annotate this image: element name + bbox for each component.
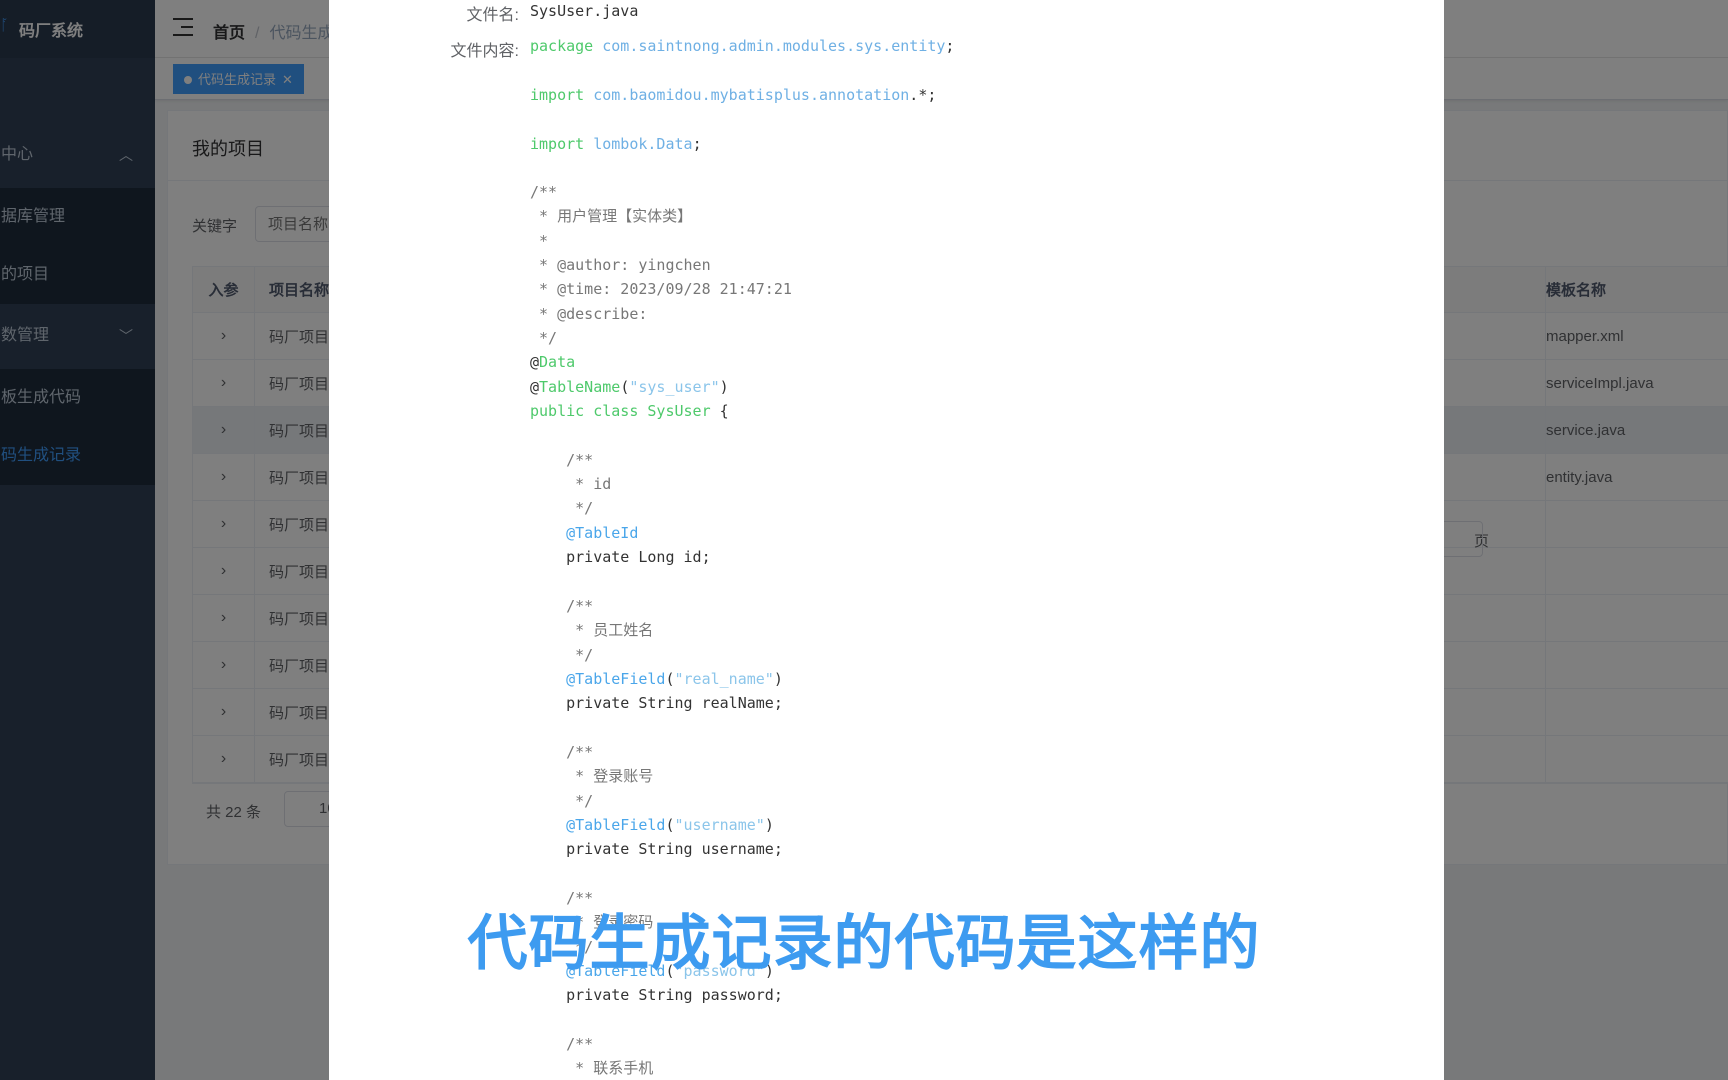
code-line: * @time: 2023/09/28 21:47:21 [530,280,792,298]
code-block: package com.saintnong.admin.modules.sys.… [530,35,954,1077]
code-line: * 员工姓名 [530,621,654,639]
file-content-label: 文件内容: [450,43,519,60]
code-line: * @describe: [530,305,648,323]
code-line: @TableId [566,524,639,542]
code-line: private String username; [530,840,783,858]
code-line: private Long id; [530,548,711,566]
code-line: /** [530,451,594,469]
code-line: /** [530,743,594,761]
code-line: * @author: yingchen [530,256,711,274]
code-line: * [530,232,549,250]
code-line: package com.saintnong.admin.modules.sys.… [530,37,955,55]
code-line: * 联系手机 [530,1059,654,1077]
code-line: private String realName; [530,694,783,712]
code-line: /** [530,1035,594,1053]
code-line: @Data [530,353,576,371]
code-line: @TableName("sys_user") [530,378,729,396]
code-line: * id [530,475,612,493]
code-line: public class SysUser { [530,402,729,420]
code-line: private String password; [530,986,783,1004]
code-line: */ [530,646,594,664]
code-line: * 用户管理【实体类】 [530,207,693,225]
file-name-label: 文件名: [466,7,519,24]
code-line: import com.baomidou.mybatisplus.annotati… [530,86,937,104]
code-line: import lombok.Data; [530,135,702,153]
code-line: @TableField("real_name") [566,670,783,688]
code-line: */ [530,499,594,517]
code-line: /** [530,597,594,615]
code-line: /** [530,183,558,201]
code-line: @TableField("username") [566,816,774,834]
code-line: * 登录账号 [530,767,654,785]
code-line: */ [530,792,594,810]
video-subtitle: 代码生成记录的代码是这样的 [467,909,1261,979]
code-line: */ [530,329,558,347]
file-name-value: SysUser.java [530,2,639,20]
